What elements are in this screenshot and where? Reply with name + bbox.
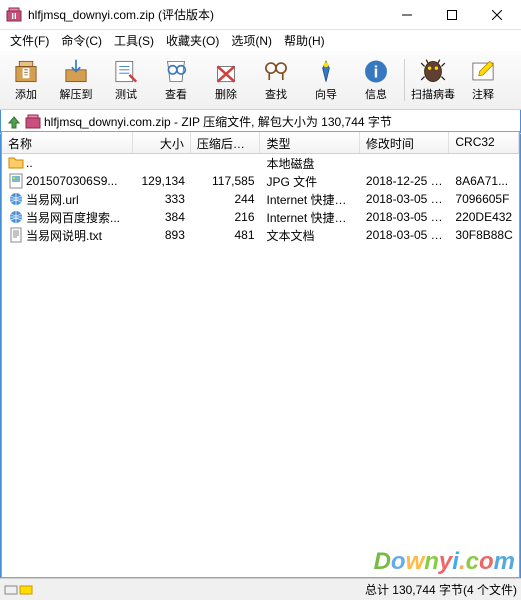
view-icon <box>160 58 192 85</box>
col-packed[interactable]: 压缩后大小 <box>191 132 261 153</box>
wizard-icon <box>310 58 342 85</box>
toolbar-scan[interactable]: 扫描病毒 <box>409 55 457 105</box>
comment-icon <box>467 58 499 85</box>
maximize-button[interactable] <box>429 0 474 29</box>
menu-file[interactable]: 文件(F) <box>4 30 55 51</box>
titlebar: hlfjmsq_downyi.com.zip (评估版本) <box>0 0 521 30</box>
app-icon <box>6 7 22 23</box>
column-headers: 名称 大小 压缩后大小 类型 修改时间 CRC32 <box>2 132 519 154</box>
menu-command[interactable]: 命令(C) <box>55 30 108 51</box>
toolbar-delete[interactable]: 删除 <box>202 55 250 105</box>
window-title: hlfjmsq_downyi.com.zip (评估版本) <box>28 6 384 23</box>
file-row[interactable]: 当易网百度搜索...384216Internet 快捷方式2018-03-05 … <box>2 208 519 226</box>
find-icon <box>260 58 292 85</box>
file-row[interactable]: ..本地磁盘 <box>2 154 519 172</box>
col-type[interactable]: 类型 <box>260 132 359 153</box>
toolbar-find[interactable]: 查找 <box>252 55 300 105</box>
svg-text:i: i <box>374 62 379 81</box>
menubar: 文件(F) 命令(C) 工具(S) 收藏夹(O) 选项(N) 帮助(H) <box>0 30 521 51</box>
minimize-button[interactable] <box>384 0 429 29</box>
address-path: hlfjmsq_downyi.com.zip - ZIP 压缩文件, 解包大小为… <box>44 113 392 130</box>
archive-icon <box>25 114 41 130</box>
toolbar-wizard[interactable]: 向导 <box>302 55 350 105</box>
status-icon <box>4 583 34 597</box>
extract-icon <box>60 58 92 85</box>
toolbar-add[interactable]: 添加 <box>2 55 50 105</box>
file-row[interactable]: 当易网说明.txt893481文本文档2018-03-05 1...30F8B8… <box>2 226 519 244</box>
col-modified[interactable]: 修改时间 <box>360 132 449 153</box>
delete-icon <box>210 58 242 85</box>
file-list[interactable]: ..本地磁盘2015070306S9...129,134117,585JPG 文… <box>2 154 519 577</box>
col-name[interactable]: 名称 <box>2 132 133 153</box>
menu-favorites[interactable]: 收藏夹(O) <box>160 30 225 51</box>
file-list-panel: 名称 大小 压缩后大小 类型 修改时间 CRC32 ..本地磁盘20150703… <box>1 131 520 578</box>
info-icon: i <box>360 58 392 85</box>
menu-options[interactable]: 选项(N) <box>225 30 278 51</box>
toolbar-comment[interactable]: 注释 <box>459 55 507 105</box>
menu-tools[interactable]: 工具(S) <box>108 30 160 51</box>
file-row[interactable]: 2015070306S9...129,134117,585JPG 文件2018-… <box>2 172 519 190</box>
test-icon <box>110 58 142 85</box>
menu-help[interactable]: 帮助(H) <box>278 30 331 51</box>
col-crc[interactable]: CRC32 <box>449 132 519 153</box>
scan-icon <box>417 58 449 85</box>
toolbar-extract[interactable]: 解压到 <box>52 55 100 105</box>
close-button[interactable] <box>474 0 519 29</box>
col-size[interactable]: 大小 <box>133 132 191 153</box>
toolbar-view[interactable]: 查看 <box>152 55 200 105</box>
add-icon <box>10 58 42 85</box>
toolbar-test[interactable]: 测试 <box>102 55 150 105</box>
toolbar: 添加 解压到 测试 查看 删除 查找 向导 i信息 扫描病毒 注释 <box>0 51 521 110</box>
status-total: 总计 130,744 字节(4 个文件) <box>365 581 517 598</box>
toolbar-info[interactable]: i信息 <box>352 55 400 105</box>
statusbar: 总计 130,744 字节(4 个文件) <box>0 578 521 600</box>
file-row[interactable]: 当易网.url333244Internet 快捷方式2018-03-05 1..… <box>2 190 519 208</box>
up-icon[interactable] <box>6 114 22 130</box>
